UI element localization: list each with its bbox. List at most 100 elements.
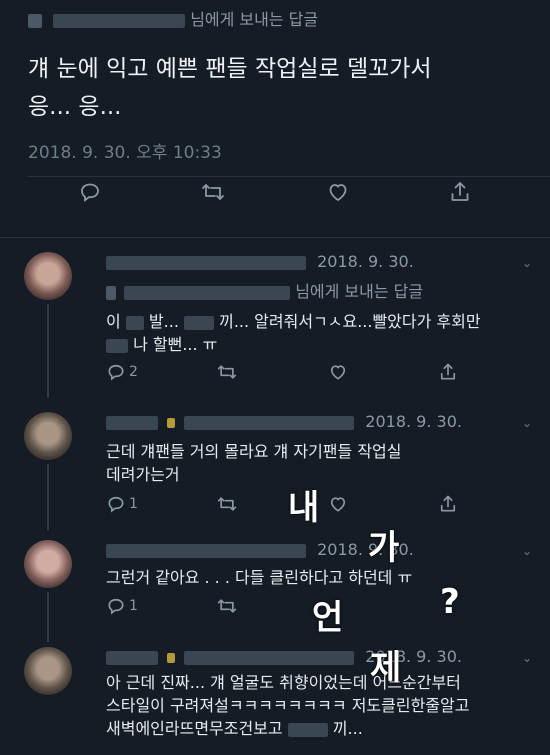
share-icon (440, 363, 456, 380)
reply-line: 근데 걔팬들 거의 몰라요 걔 자기팬들 작업실 (106, 442, 402, 461)
divider (28, 176, 550, 177)
chevron-down-icon[interactable]: ⌄ (522, 416, 532, 430)
reply-body: 그런거 같아요 . . . 다들 클린하다고 하던데 ㅠ (106, 566, 412, 589)
tweet-body: 걔 눈에 익고 예쁜 팬들 작업실로 델꼬가서 응... 응... (28, 50, 432, 126)
share-icon (451, 182, 469, 201)
reply-to-line: 님에게 보내는 답글 (106, 278, 423, 302)
reply-tweet[interactable]: 2018. 9. 30. ⌄ 님에게 보내는 답글 이 발... 끼... 알려… (0, 238, 550, 398)
redacted-display-name (106, 255, 306, 270)
reply-button[interactable] (78, 180, 102, 204)
tweet-line: 응... 응... (28, 94, 122, 120)
reply-header: 2018. 9. 30. (106, 252, 414, 271)
like-button[interactable] (328, 494, 348, 514)
reply-body: 아 근데 진짜... 걔 얼굴도 취향이었는데 어느순간부터 스타일이 구려져설… (106, 671, 469, 740)
text-fragment: 이 (106, 312, 121, 331)
redacted-mark (167, 652, 176, 663)
redacted-mark (28, 13, 42, 28)
chevron-down-icon[interactable]: ⌄ (522, 544, 532, 558)
reply-icon (81, 183, 99, 202)
redacted-word (184, 315, 214, 330)
reply-line: 데려가는거 (106, 465, 180, 484)
avatar[interactable] (24, 647, 72, 695)
redacted-mark (106, 285, 116, 300)
overlay-text: 제 (370, 648, 402, 688)
text-fragment: 나 할뻔... ㅠ (133, 335, 218, 354)
retweet-button[interactable] (216, 596, 238, 616)
reply-header: 2018. 9. 30. (106, 647, 462, 666)
chevron-down-icon[interactable]: ⌄ (522, 651, 532, 665)
like-icon (330, 497, 346, 512)
share-button[interactable] (438, 362, 458, 382)
overlay-text: 내 (288, 488, 320, 528)
reply-icon (108, 496, 124, 513)
text-fragment: 새벽에인라뜨면무조건보고 (106, 719, 283, 738)
redacted-word (287, 722, 328, 737)
reply-to-suffix: 님에게 보내는 답글 (190, 10, 319, 29)
overlay-text: ? (440, 582, 460, 622)
reply-icon (108, 364, 124, 381)
overlay-text: 가 (368, 528, 400, 568)
redacted-username (184, 415, 355, 430)
text-fragment: 끼... (332, 719, 363, 738)
like-button[interactable] (328, 362, 348, 382)
thread-line (47, 304, 49, 398)
reply-count: 2 (129, 364, 138, 380)
reply-line: 이 발... 끼... 알려줘서ㄱㅅ요...빨았다가 후회만 (106, 310, 481, 333)
reply-count: 1 (129, 496, 138, 512)
retweet-icon (202, 184, 224, 200)
share-button[interactable] (448, 180, 472, 204)
text-fragment: 발... (148, 312, 179, 331)
reply-line: 그런거 같아요 . . . 다들 클린하다고 하던데 ㅠ (106, 568, 413, 587)
redacted-username (53, 13, 186, 28)
reply-header: 2018. 9. 30. (106, 412, 462, 431)
redacted-mark (167, 417, 176, 428)
reply-date: 2018. 9. 30. (317, 252, 414, 271)
redacted-username (184, 650, 355, 665)
reply-body: 근데 걔팬들 거의 몰라요 걔 자기팬들 작업실 데려가는거 (106, 440, 401, 486)
chevron-down-icon[interactable]: ⌄ (522, 256, 532, 270)
avatar[interactable] (24, 540, 72, 588)
redacted-username (124, 285, 291, 300)
redacted-word (125, 315, 144, 330)
reply-to-line: 님에게 보내는 답글 (28, 6, 318, 30)
reply-body: 이 발... 끼... 알려줘서ㄱㅅ요...빨았다가 후회만 나 할뻔... ㅠ (106, 310, 481, 356)
thread-line (47, 464, 49, 530)
reply-line: 아 근데 진짜... 걔 얼굴도 취향이었는데 어느순간부터 (106, 673, 461, 692)
reply-tweet[interactable]: 2018. 9. 30. ⌄ 그런거 같아요 . . . 다들 클린하다고 하던… (0, 530, 550, 642)
reply-button[interactable]: 1 (106, 596, 138, 616)
retweet-button[interactable] (216, 362, 238, 382)
share-button[interactable] (438, 494, 458, 514)
share-icon (440, 495, 456, 512)
redacted-word (106, 338, 128, 353)
reply-line: 새벽에인라뜨면무조건보고 끼... (106, 717, 469, 740)
retweet-button[interactable] (200, 180, 226, 204)
reply-tweet[interactable]: 2018. 9. 30. ⌄ 근데 걔팬들 거의 몰라요 걔 자기팬들 작업실 … (0, 400, 550, 530)
reply-button[interactable]: 2 (106, 362, 138, 382)
redacted-display-name (106, 650, 158, 665)
reply-line: 스타일이 구려져설ㅋㅋㅋㅋㅋㅋㅋㅋ 저도클린한줄알고 (106, 696, 470, 715)
reply-line: 나 할뻔... ㅠ (106, 333, 481, 356)
main-tweet[interactable]: 님에게 보내는 답글 걔 눈에 익고 예쁜 팬들 작업실로 델꼬가서 응... … (0, 0, 550, 238)
reply-date: 2018. 9. 30. (365, 412, 462, 431)
avatar[interactable] (24, 252, 72, 300)
reply-to-suffix: 님에게 보내는 답글 (295, 282, 424, 301)
like-icon (329, 184, 347, 201)
overlay-text: 언 (312, 598, 344, 638)
retweet-button[interactable] (216, 494, 238, 514)
reply-count: 1 (129, 598, 138, 614)
reply-tweet[interactable]: 2018. 9. 30. ⌄ 아 근데 진짜... 걔 얼굴도 취향이었는데 어… (0, 641, 550, 755)
text-fragment: 끼... 알려줘서ㄱㅅ요...빨았다가 후회만 (219, 312, 481, 331)
retweet-icon (217, 599, 237, 613)
tweet-line: 걔 눈에 익고 예쁜 팬들 작업실로 델꼬가서 (28, 56, 432, 82)
reply-icon (108, 598, 124, 615)
like-icon (330, 365, 346, 380)
retweet-icon (217, 365, 237, 379)
tweet-timestamp: 2018. 9. 30. 오후 10:33 (28, 143, 222, 163)
redacted-display-name (106, 543, 306, 558)
like-button[interactable] (326, 180, 350, 204)
retweet-icon (217, 497, 237, 511)
thread-line (47, 592, 49, 642)
reply-button[interactable]: 1 (106, 494, 138, 514)
redacted-display-name (106, 415, 158, 430)
avatar[interactable] (24, 412, 72, 460)
